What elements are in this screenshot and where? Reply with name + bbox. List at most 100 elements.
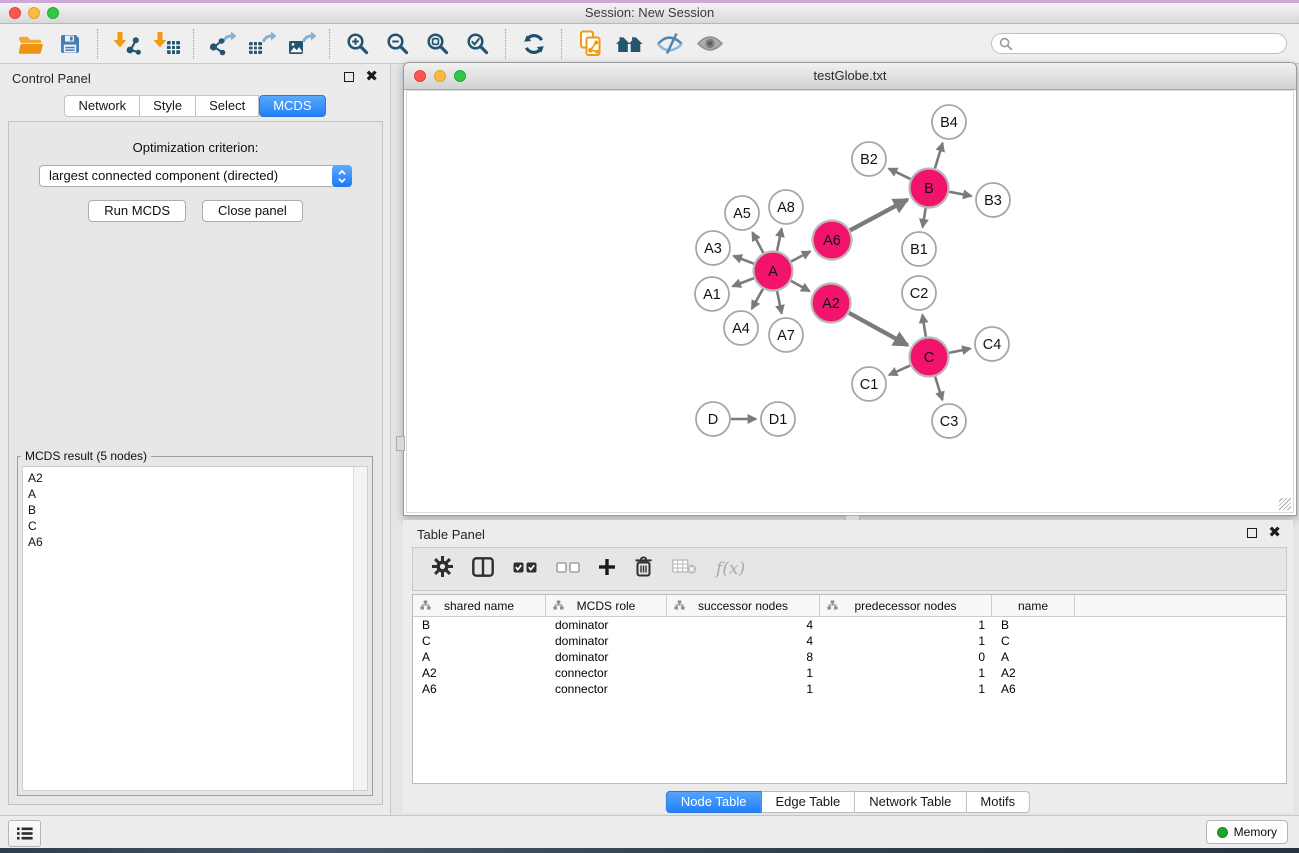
zoom-selected-button[interactable] — [458, 26, 498, 62]
tab-network[interactable]: Network — [64, 95, 140, 117]
resize-grip-icon[interactable] — [1279, 498, 1291, 510]
run-mcds-button[interactable]: Run MCDS — [88, 200, 186, 222]
network-canvas[interactable]: B4B2BB3A5A8A6B1A3AC2A1A2A4A7CC4C1C3DD1 — [406, 90, 1294, 513]
edge-C-C1[interactable] — [889, 365, 910, 375]
add-column-button[interactable] — [599, 559, 615, 580]
float-table-panel-icon[interactable] — [1247, 528, 1257, 538]
tab-network-table[interactable]: Network Table — [855, 791, 966, 813]
mcds-result-list[interactable]: A2ABCA6 — [22, 466, 368, 791]
edge-A-A7[interactable] — [777, 291, 782, 313]
tab-edge-table[interactable]: Edge Table — [761, 791, 855, 813]
deselect-all-button[interactable] — [556, 560, 580, 578]
memory-button[interactable]: Memory — [1206, 820, 1288, 844]
mcds-result-item[interactable]: A — [28, 486, 367, 502]
table-header-row: shared nameMCDS rolesuccessor nodesprede… — [413, 595, 1286, 617]
mcds-result-item[interactable]: C — [28, 518, 367, 534]
columns-button[interactable] — [472, 557, 494, 582]
criterion-select[interactable]: largest connected component (directed) — [39, 165, 352, 187]
memory-status-icon — [1217, 827, 1228, 838]
tab-node-table[interactable]: Node Table — [666, 791, 762, 813]
table-row[interactable]: A2connector11A2 — [413, 665, 1286, 681]
close-table-panel-icon[interactable]: ✖ — [1268, 528, 1281, 538]
settings-gear-button[interactable] — [432, 556, 453, 582]
zoom-out-button[interactable] — [378, 26, 418, 62]
export-network-button[interactable] — [202, 26, 242, 62]
import-network-button[interactable] — [106, 26, 146, 62]
mcds-result-item[interactable]: A6 — [28, 534, 367, 550]
close-panel-icon[interactable]: ✖ — [365, 72, 378, 82]
tab-style[interactable]: Style — [140, 95, 196, 117]
column-header-name[interactable]: name — [992, 595, 1075, 616]
edge-A-A6[interactable] — [791, 251, 810, 261]
result-list-scrollbar[interactable] — [353, 467, 367, 790]
table-cell: 1 — [820, 617, 992, 633]
column-header-predecessor-nodes[interactable]: predecessor nodes — [820, 595, 992, 616]
tab-select[interactable]: Select — [196, 95, 259, 117]
maximize-window-button[interactable] — [47, 7, 59, 19]
edge-B-B2[interactable] — [889, 169, 911, 180]
edge-A-A3[interactable] — [734, 256, 754, 264]
edge-A-A8[interactable] — [777, 229, 782, 251]
panel-menu-button[interactable] — [8, 820, 41, 847]
combo-stepper-icon — [332, 165, 352, 187]
edge-B-B3[interactable] — [949, 192, 971, 196]
table-row[interactable]: A6connector11A6 — [413, 681, 1286, 697]
tab-mcds[interactable]: MCDS — [259, 95, 325, 117]
delete-table-button[interactable] — [672, 558, 697, 580]
edge-A-A2[interactable] — [791, 281, 810, 291]
add-column-icon — [599, 559, 615, 575]
zoom-fit-button[interactable] — [418, 26, 458, 62]
network-window-title: testGlobe.txt — [404, 63, 1296, 89]
edge-C-C3[interactable] — [935, 377, 942, 400]
export-table-button[interactable] — [242, 26, 282, 62]
table-row[interactable]: Cdominator41C — [413, 633, 1286, 649]
edge-A-A5[interactable] — [752, 232, 763, 253]
network-graph[interactable]: B4B2BB3A5A8A6B1A3AC2A1A2A4A7CC4C1C3DD1 — [407, 91, 1295, 515]
list-icon — [17, 827, 33, 840]
minimize-network-window-button[interactable] — [434, 70, 446, 82]
refresh-button[interactable] — [514, 26, 554, 62]
search-field-wrap — [991, 33, 1287, 54]
function-builder-button[interactable]: f(x) — [716, 559, 745, 579]
save-session-button[interactable] — [50, 26, 90, 62]
column-header-shared-name[interactable]: shared name — [413, 595, 546, 616]
mcds-result-item[interactable]: B — [28, 502, 367, 518]
hide-selected-button[interactable] — [650, 26, 690, 62]
vertical-splitter-handle[interactable] — [396, 436, 405, 451]
minimize-window-button[interactable] — [28, 7, 40, 19]
network-window-titlebar[interactable]: testGlobe.txt — [404, 63, 1296, 90]
table-row[interactable]: Adominator80A — [413, 649, 1286, 665]
export-image-button[interactable] — [282, 26, 322, 62]
float-panel-icon[interactable] — [344, 72, 354, 82]
table-row[interactable]: Bdominator41B — [413, 617, 1286, 633]
edge-A-A4[interactable] — [752, 289, 763, 309]
edge-B-B1[interactable] — [923, 208, 926, 227]
close-panel-button[interactable]: Close panel — [202, 200, 303, 222]
close-window-button[interactable] — [9, 7, 21, 19]
delete-button[interactable] — [634, 556, 653, 582]
edge-A2-C[interactable] — [849, 313, 908, 345]
open-file-button[interactable] — [10, 26, 50, 62]
tab-motifs[interactable]: Motifs — [966, 791, 1030, 813]
settings-gear-icon — [432, 556, 453, 577]
column-header-successor-nodes[interactable]: successor nodes — [667, 595, 820, 616]
zoom-in-button[interactable] — [338, 26, 378, 62]
select-all-icon — [513, 562, 537, 573]
first-neighbors-button[interactable] — [610, 26, 650, 62]
maximize-network-window-button[interactable] — [454, 70, 466, 82]
node-label-C2: C2 — [910, 286, 929, 302]
edge-C-C2[interactable] — [922, 315, 925, 337]
edge-A-A1[interactable] — [733, 278, 754, 286]
select-all-button[interactable] — [513, 560, 537, 578]
edge-A6-B[interactable] — [850, 200, 907, 231]
new-network-from-selection-button[interactable] — [570, 26, 610, 62]
mcds-result-item[interactable]: A2 — [28, 470, 367, 486]
import-table-button[interactable] — [146, 26, 186, 62]
column-header-MCDS-role[interactable]: MCDS role — [546, 595, 667, 616]
toolbar-separator — [97, 29, 99, 59]
close-network-window-button[interactable] — [414, 70, 426, 82]
search-input[interactable] — [991, 33, 1287, 54]
edge-C-C4[interactable] — [949, 348, 970, 352]
show-all-button[interactable] — [690, 26, 730, 62]
edge-B-B4[interactable] — [935, 143, 943, 168]
